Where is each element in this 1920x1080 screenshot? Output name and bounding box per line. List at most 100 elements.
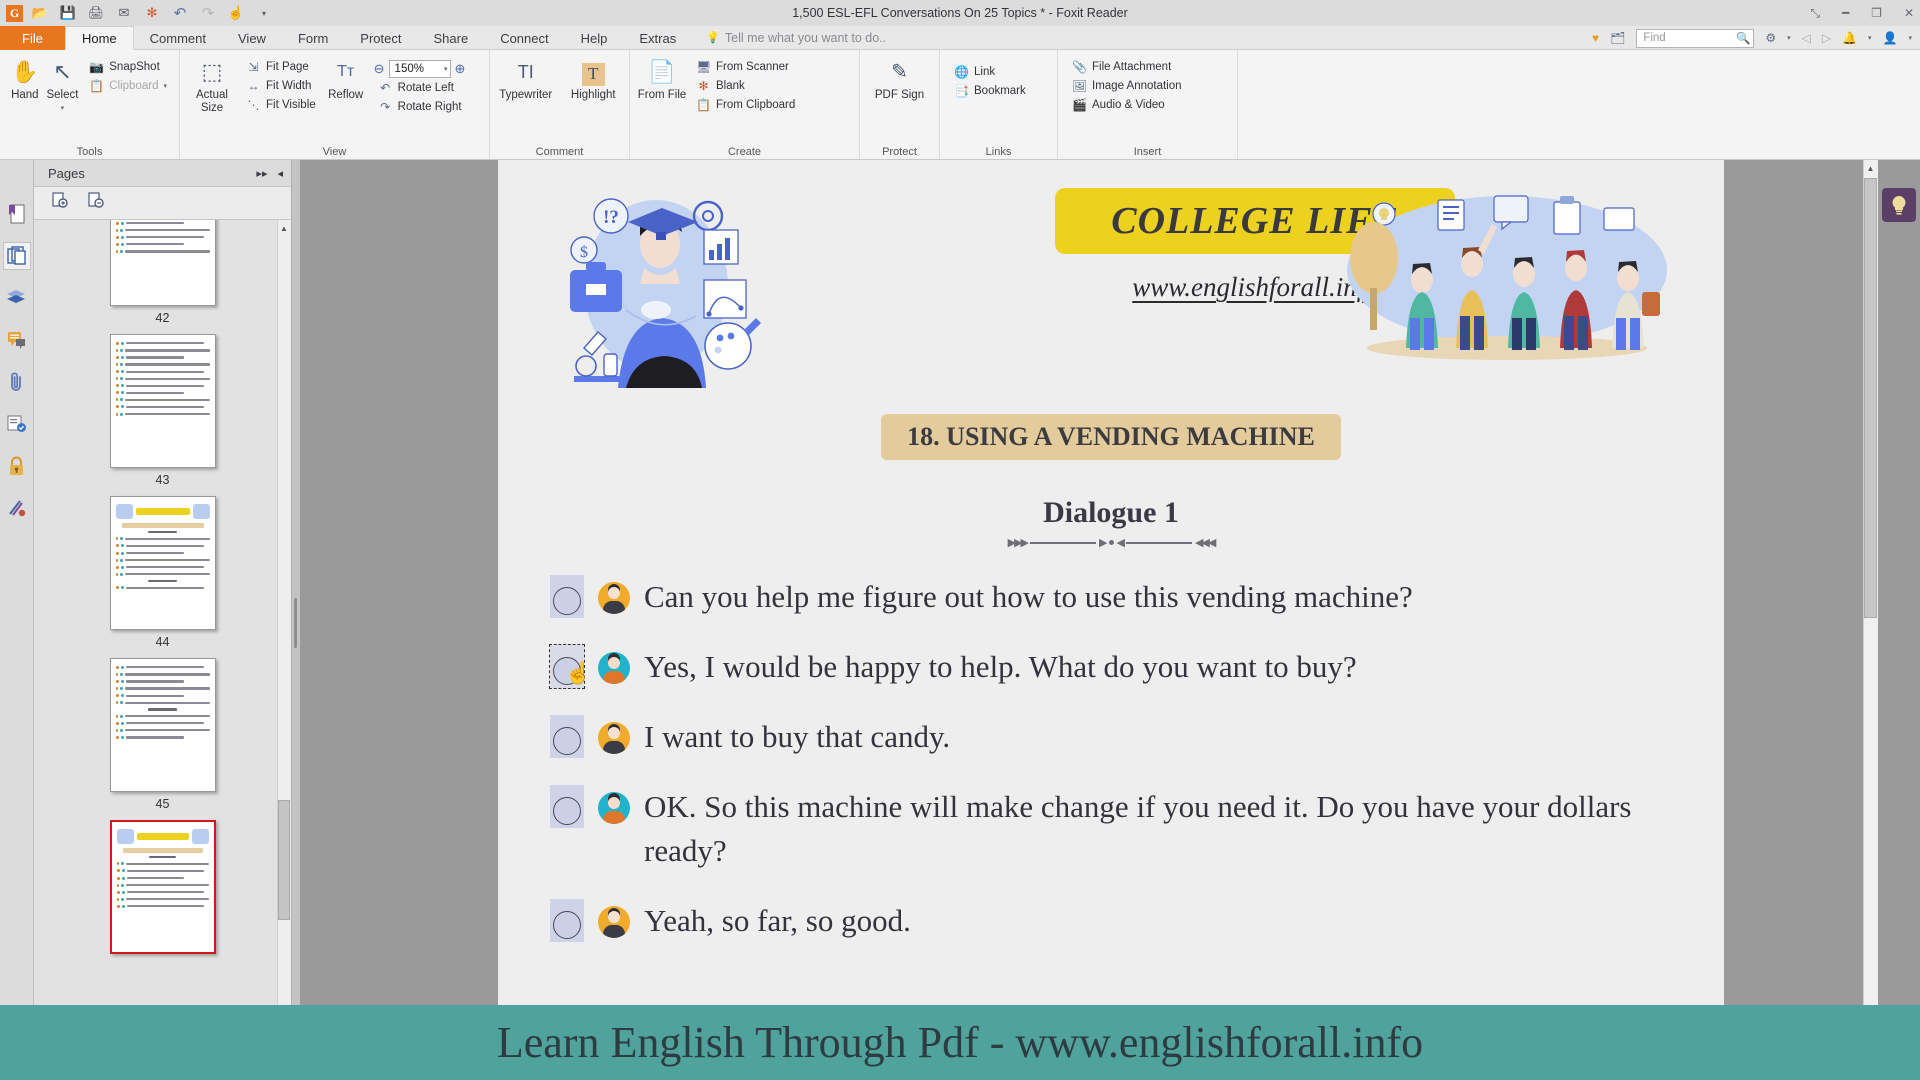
tab-share[interactable]: Share — [417, 26, 484, 50]
tab-view[interactable]: View — [222, 26, 282, 50]
document-view[interactable]: !? $ COLLEGE LIFE www.englishforall.info… — [300, 160, 1878, 1080]
tab-protect[interactable]: Protect — [344, 26, 417, 50]
hand-icon[interactable]: ☝ — [225, 3, 247, 23]
dialogue-line[interactable]: I want to buy that candy. — [550, 715, 1724, 759]
list-item[interactable]: 42 — [109, 220, 216, 334]
blank-button[interactable]: ✻ Blank — [692, 77, 799, 95]
tab-extras[interactable]: Extras — [623, 26, 692, 50]
close-button[interactable]: ✕ — [1904, 6, 1914, 20]
undo-icon[interactable]: ↶ — [169, 3, 191, 23]
new-icon[interactable]: ✻ — [141, 3, 163, 23]
typewriter-button[interactable]: TI Typewriter — [496, 55, 556, 102]
hand-tool[interactable]: ✋ Hand — [6, 55, 44, 102]
fit-width-button[interactable]: ↔ Fit Width — [242, 77, 320, 95]
restore-button[interactable]: ❐ — [1871, 6, 1882, 20]
zoom-out-icon[interactable]: ⊖ — [374, 61, 385, 77]
tell-me-search[interactable]: 💡 Tell me what you want to do.. — [692, 26, 886, 49]
rotate-right-button[interactable]: ↷ Rotate Right — [374, 98, 466, 116]
gear-icon[interactable]: ⚙ — [1765, 31, 1776, 45]
scrollbar-thumb[interactable] — [278, 800, 290, 920]
open-icon[interactable]: 📂 — [29, 3, 51, 23]
list-item[interactable]: 45 — [109, 658, 216, 820]
previous-view-icon[interactable]: ◁ — [1802, 31, 1811, 45]
thumbnail-list[interactable]: 42 43 44 45 ▲ — [34, 220, 291, 1080]
zoom-level-select[interactable]: 150% ▾ — [388, 60, 451, 78]
expand-panel-icon[interactable]: ▸▸ — [256, 167, 267, 180]
reflow-button[interactable]: Tᴛ Reflow — [322, 55, 370, 102]
tab-connect[interactable]: Connect — [484, 26, 564, 50]
zoom-in-thumbnails-button[interactable] — [52, 191, 70, 215]
tab-home[interactable]: Home — [64, 26, 134, 50]
scroll-up-icon[interactable]: ▲ — [278, 221, 290, 235]
dialogue-line[interactable]: Yeah, so far, so good. — [550, 899, 1724, 943]
speaker-bullet-toggle[interactable] — [550, 575, 584, 618]
audio-bullet-icon[interactable] — [553, 727, 581, 756]
audio-bullet-icon[interactable] — [553, 797, 581, 826]
zoom-in-icon[interactable]: ⊕ — [455, 61, 466, 77]
link-button[interactable]: 🌐 Link — [950, 63, 1030, 81]
speaker-bullet-toggle[interactable] — [550, 715, 584, 759]
find-input[interactable]: Find 🔍 — [1636, 28, 1755, 48]
page-thumbnail[interactable] — [109, 334, 216, 468]
sidebar-item-security[interactable] — [3, 452, 31, 480]
sidebar-item-comments[interactable] — [3, 326, 31, 354]
speaker-bullet-toggle-selected[interactable]: ☝ — [549, 644, 591, 690]
tips-button[interactable] — [1882, 188, 1916, 222]
list-item[interactable]: 43 — [109, 334, 216, 496]
actual-size-button[interactable]: ⬚ Actual Size — [186, 55, 238, 115]
bell-caret-icon[interactable]: ▾ — [1868, 34, 1872, 42]
fullscreen-button[interactable]: ⤡ — [1810, 6, 1820, 21]
tab-help[interactable]: Help — [565, 26, 624, 50]
bookmark-button[interactable]: 📑 Bookmark — [950, 82, 1030, 100]
audio-bullet-icon[interactable] — [553, 587, 581, 615]
fit-page-button[interactable]: ⇲ Fit Page — [242, 58, 320, 76]
list-item[interactable]: 44 — [109, 496, 216, 658]
sidebar-item-signatures[interactable] — [3, 494, 31, 522]
file-attachment-button[interactable]: 📎 File Attachment — [1068, 58, 1186, 76]
sidebar-item-pages[interactable] — [2, 242, 31, 270]
chevron-down-icon[interactable]: ▾ — [444, 65, 448, 73]
tab-form[interactable]: Form — [282, 26, 344, 50]
gear-caret-icon[interactable]: ▾ — [1787, 34, 1791, 42]
print-icon[interactable]: 🖨 — [85, 3, 107, 23]
page-thumbnail[interactable] — [109, 220, 216, 306]
scroll-up-icon[interactable]: ▲ — [1864, 161, 1877, 176]
search-folder-icon[interactable]: 🗂 — [1610, 31, 1625, 45]
sidebar-item-attachments[interactable] — [3, 368, 31, 396]
dialogue-line[interactable]: ☝ Yes, I would be happy to help. What do… — [549, 644, 1724, 690]
audio-video-button[interactable]: 🎬 Audio & Video — [1068, 96, 1186, 114]
dialogue-line[interactable]: OK. So this machine will make change if … — [550, 785, 1724, 873]
save-icon[interactable]: 💾 — [57, 3, 79, 23]
next-view-icon[interactable]: ▷ — [1822, 31, 1831, 45]
list-item[interactable] — [109, 820, 216, 954]
audio-bullet-icon[interactable] — [553, 911, 581, 940]
panel-splitter[interactable] — [292, 160, 300, 1080]
audio-bullet-icon[interactable] — [553, 657, 581, 686]
redo-icon[interactable]: ↷ — [197, 3, 219, 23]
scrollbar-thumb[interactable] — [1864, 178, 1877, 618]
from-clipboard-button[interactable]: 📋 From Clipboard — [692, 96, 799, 114]
sidebar-item-layers[interactable] — [3, 284, 31, 312]
from-scanner-button[interactable]: 🖥 From Scanner — [692, 58, 799, 76]
avatar[interactable]: 👤 — [1883, 31, 1898, 45]
from-file-button[interactable]: 📄 From File — [636, 55, 688, 102]
website-link[interactable]: www.englishforall.info — [1132, 272, 1378, 303]
account-caret-icon[interactable]: ▾ — [1908, 34, 1912, 42]
customize-caret-icon[interactable]: ▾ — [253, 3, 275, 23]
heart-icon[interactable]: ♥ — [1592, 31, 1599, 45]
page-thumbnail[interactable] — [109, 658, 216, 792]
thumbnail-scrollbar[interactable]: ▲ ▼ — [277, 220, 291, 1080]
image-annotation-button[interactable]: 🖼 Image Annotation — [1068, 77, 1186, 95]
tab-comment[interactable]: Comment — [134, 26, 222, 50]
collapse-panel-icon[interactable]: ◂ — [277, 167, 283, 180]
bell-icon[interactable]: 🔔 — [1842, 31, 1857, 45]
document-scrollbar[interactable]: ▲ ▼ — [1863, 160, 1878, 1080]
chevron-down-icon[interactable]: ▾ — [61, 102, 65, 115]
search-icon[interactable]: 🔍 — [1736, 31, 1750, 45]
snapshot-button[interactable]: 📷 SnapShot — [85, 58, 171, 76]
tab-file[interactable]: File — [0, 26, 65, 50]
page-thumbnail-current[interactable] — [109, 820, 216, 954]
sidebar-item-stamps[interactable] — [3, 410, 31, 438]
pdf-page[interactable]: !? $ COLLEGE LIFE www.englishforall.info… — [498, 160, 1724, 1080]
page-thumbnail[interactable] — [109, 496, 216, 630]
